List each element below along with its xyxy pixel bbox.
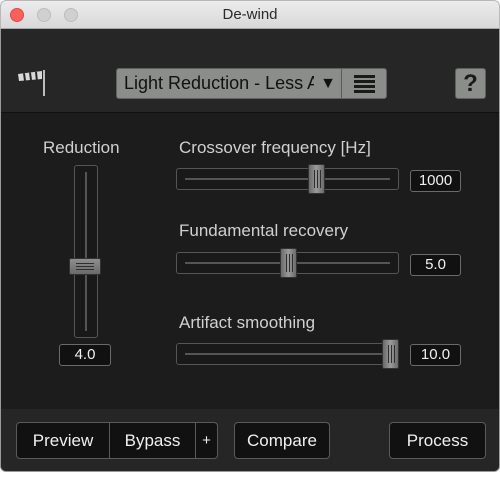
header-divider — [1, 112, 499, 113]
reduction-label: Reduction — [43, 138, 120, 157]
window-title: De-wind — [222, 6, 278, 23]
plugin-window: Light Reduction - Less Artifacts ▼ ? Red… — [0, 29, 500, 472]
preview-button[interactable]: Preview — [16, 422, 110, 459]
artifact-slider-handle[interactable] — [382, 339, 399, 369]
artifact-value-field[interactable]: 10.0 — [410, 344, 461, 366]
reduction-slider-handle[interactable] — [69, 258, 101, 275]
compare-button[interactable]: Compare — [234, 422, 330, 459]
reduction-value-field[interactable]: 4.0 — [59, 344, 111, 366]
reduction-slider-track[interactable] — [74, 165, 98, 338]
help-button[interactable]: ? — [455, 68, 486, 99]
bypass-options-button[interactable]: + — [195, 422, 218, 459]
windsock-icon — [18, 70, 45, 96]
fundamental-slider-handle[interactable] — [280, 248, 297, 278]
process-button[interactable]: Process — [389, 422, 486, 459]
plugin-header: Light Reduction - Less Artifacts ▼ ? — [1, 29, 499, 112]
crossover-slider-handle[interactable] — [308, 164, 325, 194]
fundamental-value-field[interactable]: 5.0 — [410, 254, 461, 276]
preset-label: Light Reduction - Less Artifacts — [124, 73, 314, 93]
preset-dropdown[interactable]: Light Reduction - Less Artifacts ▼ — [116, 68, 387, 99]
crossover-slider-track[interactable] — [176, 168, 399, 190]
chevron-down-icon[interactable]: ▼ — [317, 69, 339, 98]
crossover-label: Crossover frequency [Hz] — [179, 138, 371, 157]
artifact-label: Artifact smoothing — [179, 313, 316, 332]
plugin-footer: Preview Bypass + Compare Process — [1, 409, 499, 471]
fundamental-label: Fundamental recovery — [179, 221, 349, 240]
title-bar[interactable]: De-wind — [0, 0, 500, 29]
list-icon[interactable] — [342, 69, 386, 98]
crossover-value-field[interactable]: 1000 — [410, 170, 461, 192]
artifact-slider-track[interactable] — [176, 343, 399, 365]
bypass-button[interactable]: Bypass — [109, 422, 196, 459]
